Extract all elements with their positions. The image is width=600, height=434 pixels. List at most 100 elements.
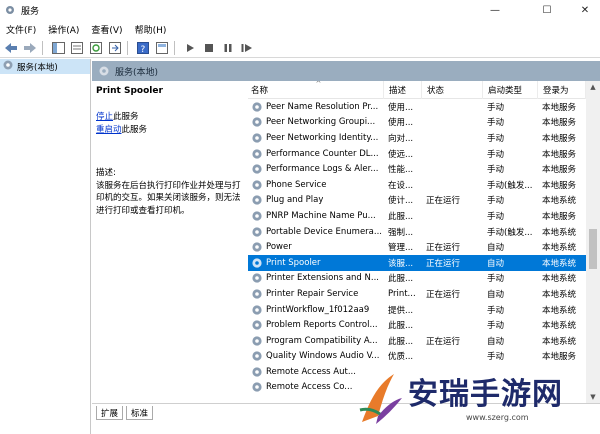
column-header-row: 名称 ^ 描述 状态 启动类型 登录为 (248, 81, 586, 99)
maximize-button[interactable]: ☐ (532, 0, 562, 20)
stop-service-icon[interactable] (201, 40, 217, 56)
service-desc: 向对... (388, 133, 414, 144)
table-row[interactable]: Quality Windows Audio V... 优质... 手动 本地服务 (248, 349, 586, 365)
table-row[interactable]: Program Compatibility A... 此服... 正在运行 自动 本地系… (248, 333, 586, 349)
service-logon-as: 本地服务 (542, 118, 577, 129)
back-arrow-icon[interactable] (3, 40, 19, 56)
menu-view[interactable]: 查看(V) (91, 23, 122, 36)
table-row[interactable]: Problem Reports Control... 此服... 手动 本地系统 (248, 317, 586, 333)
service-desc: 使计... (388, 196, 414, 207)
table-row[interactable]: Performance Counter DL... 使远... 手动 本地服务 (248, 146, 586, 162)
column-header-desc[interactable]: 描述 (384, 81, 422, 99)
show-pane-icon[interactable] (154, 40, 170, 56)
service-desc: Print... (388, 288, 416, 299)
service-desc: 使用... (388, 118, 414, 129)
service-desc: 使用... (388, 102, 414, 113)
service-logon-as: 本地系统 (542, 274, 577, 285)
service-name: Peer Name Resolution Pr... (266, 101, 379, 112)
service-status: 正在运行 (426, 336, 461, 347)
service-desc: 此服... (388, 336, 414, 347)
service-gear-icon (252, 320, 262, 330)
service-name: Peer Networking Identity... (266, 132, 379, 143)
service-name-cell: PrintWorkflow_1f012aa9 (248, 304, 384, 316)
close-button[interactable]: ✕ (570, 0, 600, 20)
service-status: 正在运行 (426, 196, 461, 207)
table-row[interactable]: Portable Device Enumera... 强制... 手动(触发... 本… (248, 224, 586, 240)
service-startup-type: 手动 (487, 321, 505, 332)
service-desc: 优质... (388, 352, 414, 363)
restart-service-icon[interactable] (239, 40, 255, 56)
column-header-startup[interactable]: 启动类型 (483, 81, 538, 99)
table-row[interactable]: Peer Networking Identity... 向对... 手动 本地服务 (248, 130, 586, 146)
window-title: 服务 (21, 6, 40, 17)
service-name: Printer Repair Service (266, 288, 359, 299)
service-desc: 此服... (388, 211, 414, 222)
table-row[interactable]: PNRP Machine Name Pu... 此服... 手动 本地服务 (248, 208, 586, 224)
service-startup-type: 手动 (487, 211, 505, 222)
service-name: Peer Networking Groupi... (266, 117, 376, 128)
console-tree: 服务(本地) (0, 59, 91, 434)
service-gear-icon (252, 211, 262, 221)
service-logon-as: 本地服务 (542, 180, 577, 191)
service-gear-icon (252, 102, 262, 112)
tab-standard[interactable]: 标准 (126, 406, 154, 420)
service-name: Remote Access Co... (266, 382, 353, 393)
table-row[interactable]: Peer Networking Groupi... 使用... 手动 本地服务 (248, 115, 586, 131)
properties-icon[interactable] (69, 40, 85, 56)
service-name-cell: Performance Logs & Aler... (248, 163, 384, 175)
tab-extended[interactable]: 扩展 (96, 406, 124, 420)
table-row[interactable]: Printer Repair Service Print... 正在运行 自动 本地系统 (248, 286, 586, 302)
minimize-button[interactable]: — (480, 0, 510, 20)
help-icon[interactable]: ? (135, 40, 151, 56)
stop-service-link[interactable]: 停止 (96, 112, 113, 122)
column-header-logon[interactable]: 登录为 (538, 81, 586, 99)
service-gear-icon (252, 351, 262, 361)
table-row[interactable]: Performance Logs & Aler... 性能... 手动 本地服务 (248, 161, 586, 177)
service-status: 正在运行 (426, 243, 461, 254)
site-watermark: 安瑞手游网 www.szerg.com (356, 368, 596, 430)
restart-service-link[interactable]: 重启动 (96, 125, 122, 135)
service-logon-as: 本地系统 (542, 289, 577, 300)
service-desc: 管理... (388, 243, 414, 254)
toolbar: ? (0, 38, 600, 58)
table-row[interactable]: Printer Extensions and N... 此服... 手动 本地系统 (248, 271, 586, 287)
refresh-icon[interactable] (88, 40, 104, 56)
service-name-cell: PNRP Machine Name Pu... (248, 210, 384, 222)
column-header-label: 登录为 (543, 86, 569, 96)
console-tree-icon[interactable] (50, 40, 66, 56)
scrollbar-thumb[interactable] (589, 229, 597, 269)
menu-help[interactable]: 帮助(H) (135, 23, 167, 36)
start-service-icon[interactable] (182, 40, 198, 56)
service-name-cell: Print Spooler (248, 257, 384, 269)
service-name: PNRP Machine Name Pu... (266, 210, 376, 221)
service-desc: 此服... (388, 274, 414, 285)
service-startup-type: 自动 (487, 289, 505, 300)
scroll-up-icon[interactable]: ▲ (586, 81, 600, 93)
table-row[interactable]: Phone Service 在设... 手动(触发... 本地服务 (248, 177, 586, 193)
restart-service-suffix: 此服务 (121, 125, 148, 135)
column-header-status[interactable]: 状态 (422, 81, 483, 99)
table-row[interactable]: PrintWorkflow_1f012aa9 提供... 手动 本地系统 (248, 302, 586, 318)
pause-service-icon[interactable] (220, 40, 236, 56)
services-gear-icon (2, 59, 14, 74)
vertical-scrollbar[interactable]: ▲ ▼ (586, 81, 600, 403)
service-desc: 强制... (388, 227, 414, 238)
services-gear-icon (4, 4, 16, 16)
service-logon-as: 本地服务 (542, 149, 577, 160)
forward-arrow-icon[interactable] (22, 40, 38, 56)
column-header-name[interactable]: 名称 ^ (248, 81, 384, 99)
table-row[interactable]: Plug and Play 使计... 正在运行 手动 本地系统 (248, 193, 586, 209)
service-startup-type: 手动 (487, 165, 505, 176)
table-row[interactable]: Peer Name Resolution Pr... 使用... 手动 本地服务 (248, 99, 586, 115)
service-logon-as: 本地系统 (542, 258, 577, 269)
export-list-icon[interactable] (107, 40, 123, 56)
table-row[interactable]: Power 管理... 正在运行 自动 本地系统 (248, 239, 586, 255)
menu-file[interactable]: 文件(F) (6, 23, 36, 36)
menu-action[interactable]: 操作(A) (48, 23, 79, 36)
service-startup-type: 自动 (487, 258, 505, 269)
service-desc: 此服... (388, 321, 414, 332)
service-logon-as: 本地服务 (542, 211, 577, 222)
selected-service-name: Print Spooler (96, 86, 163, 96)
table-row[interactable]: Print Spooler 该服... 正在运行 自动 本地系统 (248, 254, 586, 271)
tree-item-services-local[interactable]: 服务(本地) (0, 59, 90, 74)
